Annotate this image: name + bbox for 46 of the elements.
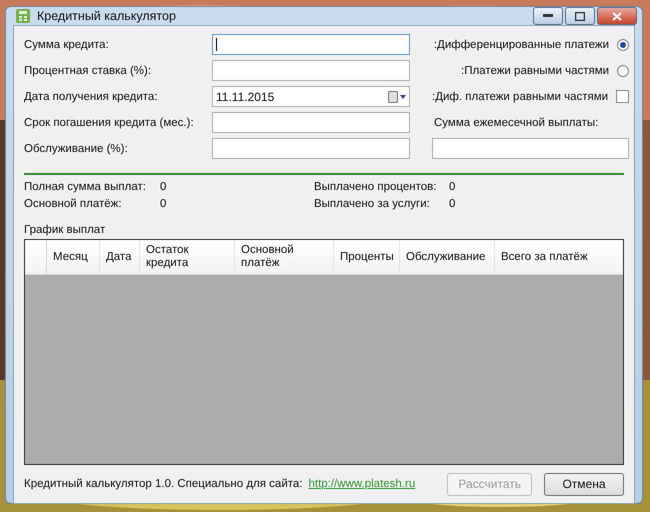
summary-label: Выплачено за услуги:: [314, 198, 431, 210]
summary-label: Полная сумма выплат:: [24, 181, 147, 193]
window-title: Кредитный калькулятор: [37, 9, 177, 23]
column-header[interactable]: Месяц: [47, 240, 100, 274]
dialog-button[interactable]: Отмена: [544, 472, 624, 496]
section-title: График выплат: [24, 224, 106, 236]
column-header[interactable]: Всего за платёж: [495, 240, 623, 274]
input-field[interactable]: [432, 138, 630, 159]
field-label: Сумма кредита:: [24, 38, 110, 50]
input-field[interactable]: [212, 138, 410, 159]
column-header[interactable]: Дата: [100, 240, 140, 274]
data-grid[interactable]: Месяц Дата Остаток кредита Основной платёж Проценты Обслуживание Всего за платёж: [24, 239, 624, 465]
close-icon: [612, 12, 622, 20]
summary-value: 0: [160, 198, 168, 210]
summary-value: 0: [449, 181, 456, 193]
checkbox[interactable]: [616, 90, 630, 103]
option-label: :Платежи равными частями: [461, 64, 610, 76]
field-label: Дата получения кредита:: [24, 90, 159, 102]
close-button[interactable]: [597, 7, 637, 25]
calculator-icon: [15, 8, 31, 24]
maximize-button[interactable]: [565, 7, 595, 25]
field-label: Сумма ежемесечной выплаты:: [434, 116, 598, 128]
summary-label: Выплачено процентов:: [314, 181, 438, 193]
field-label: Срок погашения кредита (мес.):: [24, 116, 195, 128]
column-header[interactable]: Остаток кредита: [140, 240, 235, 274]
input-field[interactable]: [212, 112, 410, 133]
field-label: Процентная ставка (%):: [24, 64, 152, 76]
input-field[interactable]: [212, 60, 410, 81]
column-header[interactable]: Основной платёж: [235, 240, 334, 274]
input-field[interactable]: [212, 34, 410, 55]
date-picker[interactable]: 11.11.2015: [212, 86, 410, 107]
column-header[interactable]: Обслуживание: [400, 240, 495, 274]
radio-button[interactable]: [617, 38, 630, 50]
footer-text: Кредитный калькулятор 1.0. Специально для сайта:: [24, 478, 302, 490]
summary-value: 0: [160, 181, 168, 193]
maximize-icon: [575, 12, 585, 20]
minimize-icon: [543, 14, 553, 18]
calendar-dropdown-icon[interactable]: [388, 90, 406, 102]
summary-value: 0: [449, 198, 456, 210]
field-label: Обслуживание (%):: [24, 142, 129, 154]
radio-button[interactable]: [617, 64, 630, 76]
minimize-button[interactable]: [533, 7, 563, 25]
column-header[interactable]: Проценты: [334, 240, 400, 274]
summary-label: Основной платёж:: [24, 198, 123, 210]
option-label: :Диф. платежи равными частями: [432, 90, 608, 102]
option-label: :Дифференцированные платежи: [434, 38, 610, 50]
